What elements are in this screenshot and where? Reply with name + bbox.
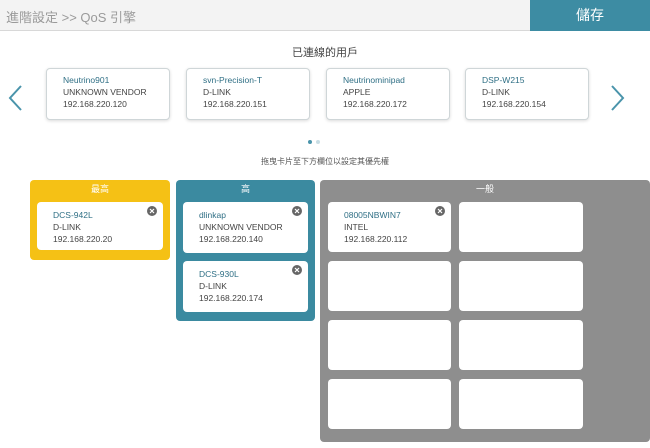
- device-ip: 192.168.220.112: [344, 234, 408, 244]
- priority-panel-high[interactable]: 高 dlinkap UNKNOWN VENDOR 192.168.220.140…: [176, 180, 315, 321]
- save-button[interactable]: 儲存: [530, 0, 650, 31]
- client-name: DSP-W215: [482, 75, 525, 85]
- empty-slot[interactable]: [328, 320, 451, 370]
- panel-label-highest: 最高: [90, 184, 109, 194]
- device-vendor: D-LINK: [53, 222, 81, 232]
- empty-slot[interactable]: [459, 320, 583, 370]
- close-icon[interactable]: [435, 206, 445, 216]
- close-icon[interactable]: [292, 206, 302, 216]
- page-dot-active[interactable]: [308, 140, 312, 144]
- client-vendor: D-LINK: [203, 87, 231, 97]
- empty-slot[interactable]: [328, 261, 451, 311]
- chevron-right-icon: [611, 85, 625, 111]
- device-vendor: INTEL: [344, 222, 369, 232]
- client-card[interactable]: Neutrinominipad APPLE 192.168.220.172: [326, 68, 450, 120]
- device-ip: 192.168.220.140: [199, 234, 263, 244]
- close-icon[interactable]: [292, 265, 302, 275]
- client-name: svn-Precision-T: [203, 75, 263, 85]
- chevron-left-icon: [8, 85, 22, 111]
- client-vendor: APPLE: [343, 87, 371, 97]
- close-icon[interactable]: [147, 206, 157, 216]
- client-vendor: UNKNOWN VENDOR: [63, 87, 147, 97]
- priority-panel-normal[interactable]: 一般 08005NBWIN7 INTEL 192.168.220.112: [320, 180, 650, 442]
- client-card[interactable]: Neutrino901 UNKNOWN VENDOR 192.168.220.1…: [46, 68, 170, 120]
- device-ip: 192.168.220.174: [199, 293, 263, 303]
- device-card[interactable]: 08005NBWIN7 INTEL 192.168.220.112: [328, 202, 451, 252]
- carousel-next-button[interactable]: [607, 84, 627, 112]
- client-card[interactable]: DSP-W215 D-LINK 192.168.220.154: [465, 68, 589, 120]
- client-vendor: D-LINK: [482, 87, 510, 97]
- client-ip: 192.168.220.172: [343, 99, 407, 109]
- device-card[interactable]: dlinkap UNKNOWN VENDOR 192.168.220.140: [183, 202, 308, 253]
- connected-clients-title: 已連線的用戶: [292, 47, 358, 59]
- device-card[interactable]: DCS-942L D-LINK 192.168.220.20: [37, 202, 163, 250]
- client-name: Neutrino901: [63, 75, 110, 85]
- panel-label-high: 高: [240, 184, 250, 194]
- breadcrumb: 進階設定 >> QoS 引擎: [6, 10, 137, 25]
- empty-slot[interactable]: [459, 379, 583, 429]
- drag-instruction: 拖曳卡片至下方欄位以設定其優先權: [261, 157, 389, 166]
- client-ip: 192.168.220.151: [203, 99, 267, 109]
- device-vendor: D-LINK: [199, 281, 227, 291]
- empty-slot[interactable]: [328, 379, 451, 429]
- device-vendor: UNKNOWN VENDOR: [199, 222, 283, 232]
- priority-panel-highest[interactable]: 最高 DCS-942L D-LINK 192.168.220.20: [30, 180, 170, 260]
- device-card[interactable]: DCS-930L D-LINK 192.168.220.174: [183, 261, 308, 312]
- carousel-pagination: [308, 131, 324, 149]
- empty-slot[interactable]: [459, 261, 583, 311]
- client-card[interactable]: svn-Precision-T D-LINK 192.168.220.151: [186, 68, 310, 120]
- client-ip: 192.168.220.120: [63, 99, 127, 109]
- device-ip: 192.168.220.20: [53, 234, 113, 244]
- carousel-prev-button[interactable]: [6, 84, 26, 112]
- client-ip: 192.168.220.154: [482, 99, 546, 109]
- header-bar: 進階設定 >> QoS 引擎 儲存: [0, 0, 650, 31]
- client-name: Neutrinominipad: [343, 75, 405, 85]
- page-dot[interactable]: [316, 140, 320, 144]
- panel-label-normal: 一般: [475, 184, 494, 194]
- empty-slot[interactable]: [459, 202, 583, 252]
